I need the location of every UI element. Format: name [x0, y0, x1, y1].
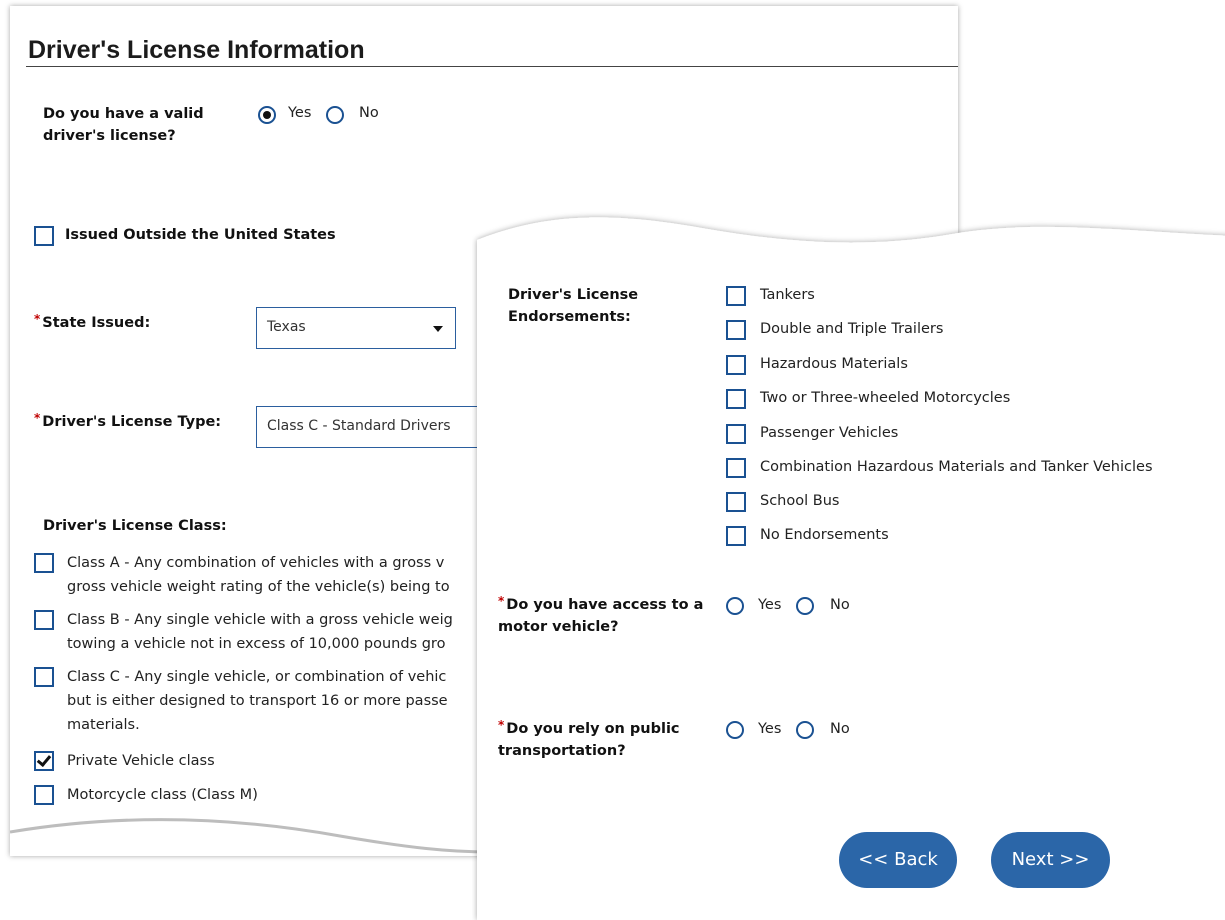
back-button[interactable]: << Back — [839, 832, 957, 888]
motor-vehicle-yes-radio[interactable] — [726, 597, 744, 615]
public-transport-no-radio[interactable] — [796, 721, 814, 739]
public-transport-yes-label: Yes — [758, 721, 782, 737]
endorsement-checkbox-combination[interactable] — [726, 458, 746, 478]
endorsement-label: Tankers — [760, 287, 815, 303]
public-transport-question: * Do you rely on public transportation? — [498, 718, 713, 762]
endorsements-label: Driver's License Endorsements: — [508, 287, 639, 325]
motor-vehicle-no-radio[interactable] — [796, 597, 814, 615]
motor-vehicle-text: Do you have access to a motor vehicle? — [498, 597, 704, 635]
public-transport-text: Do you rely on public transportation? — [498, 721, 680, 759]
endorsement-label: Two or Three-wheeled Motorcycles — [760, 390, 1011, 406]
endorsement-label: Passenger Vehicles — [760, 425, 899, 441]
endorsement-label: Double and Triple Trailers — [760, 321, 944, 337]
endorsement-label: School Bus — [760, 493, 840, 509]
endorsement-label: No Endorsements — [760, 527, 889, 543]
endorsement-label: Hazardous Materials — [760, 356, 908, 372]
endorsements-panel: Driver's License Endorsements: Tankers D… — [472, 200, 1225, 920]
endorsement-checkbox-hazmat[interactable] — [726, 355, 746, 375]
public-transport-no-label: No — [830, 721, 850, 737]
endorsement-label: Combination Hazardous Materials and Tank… — [760, 459, 1153, 475]
endorsement-checkbox-motorcycles[interactable] — [726, 389, 746, 409]
public-transport-yes-radio[interactable] — [726, 721, 744, 739]
endorsement-checkbox-double-triple[interactable] — [726, 320, 746, 340]
endorsement-checkbox-passenger[interactable] — [726, 424, 746, 444]
required-marker: * — [498, 718, 505, 732]
endorsement-checkbox-tankers[interactable] — [726, 286, 746, 306]
endorsement-checkbox-none[interactable] — [726, 526, 746, 546]
motor-vehicle-yes-label: Yes — [758, 597, 782, 613]
required-marker: * — [498, 594, 505, 608]
motor-vehicle-no-label: No — [830, 597, 850, 613]
endorsement-checkbox-school-bus[interactable] — [726, 492, 746, 512]
motor-vehicle-question: * Do you have access to a motor vehicle? — [498, 594, 713, 638]
next-button[interactable]: Next >> — [991, 832, 1110, 888]
